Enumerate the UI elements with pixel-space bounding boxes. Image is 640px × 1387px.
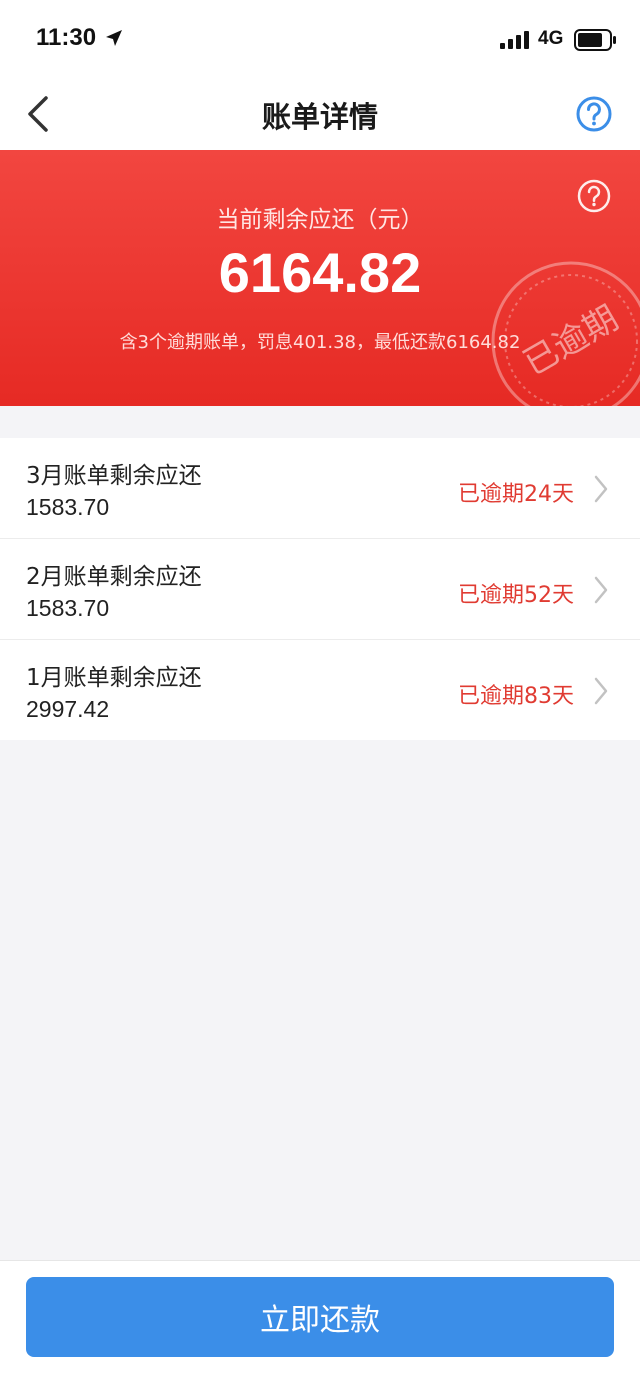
chevron-right-icon — [592, 474, 610, 508]
balance-summary: 当前剩余应还（元） 6164.82 含3个逾期账单，罚息401.38，最低还款6… — [0, 150, 640, 406]
bill-title: 2月账单剩余应还 — [26, 564, 202, 590]
nav-bar: 账单详情 — [0, 80, 640, 150]
location-arrow-icon — [104, 28, 124, 52]
overdue-status: 已逾期83天 — [458, 684, 574, 709]
overdue-stamp: 已逾期 — [491, 261, 640, 406]
remaining-due-label: 当前剩余应还（元） — [216, 207, 424, 233]
bill-row-march[interactable]: 3月账单剩余应还 1583.70 已逾期24天 — [0, 438, 640, 539]
status-time: 11:30 — [36, 24, 97, 51]
network-label: 4G — [538, 28, 564, 49]
signal-icon — [500, 30, 532, 54]
bill-row-february[interactable]: 2月账单剩余应还 1583.70 已逾期52天 — [0, 539, 640, 640]
bottom-action-bar: 立即还款 — [0, 1260, 640, 1387]
status-bar: 11:30 4G — [0, 0, 640, 80]
bill-title: 1月账单剩余应还 — [26, 665, 202, 691]
chevron-right-icon — [592, 676, 610, 710]
bill-row-january[interactable]: 1月账单剩余应还 2997.42 已逾期83天 — [0, 640, 640, 740]
overdue-status: 已逾期24天 — [458, 482, 574, 507]
battery-icon — [574, 28, 618, 56]
overdue-status: 已逾期52天 — [458, 583, 574, 608]
bill-list: 3月账单剩余应还 1583.70 已逾期24天 2月账单剩余应还 1583.70… — [0, 438, 640, 740]
bill-title: 3月账单剩余应还 — [26, 463, 202, 489]
question-circle-icon[interactable] — [574, 94, 614, 138]
overdue-stamp-text: 已逾期 — [517, 298, 625, 384]
pay-now-button[interactable]: 立即还款 — [26, 1277, 614, 1357]
bill-amount: 1583.70 — [26, 494, 110, 520]
bill-amount: 1583.70 — [26, 595, 110, 621]
page-title: 账单详情 — [261, 100, 378, 134]
bill-amount: 2997.42 — [26, 696, 110, 722]
chevron-right-icon — [592, 575, 610, 609]
